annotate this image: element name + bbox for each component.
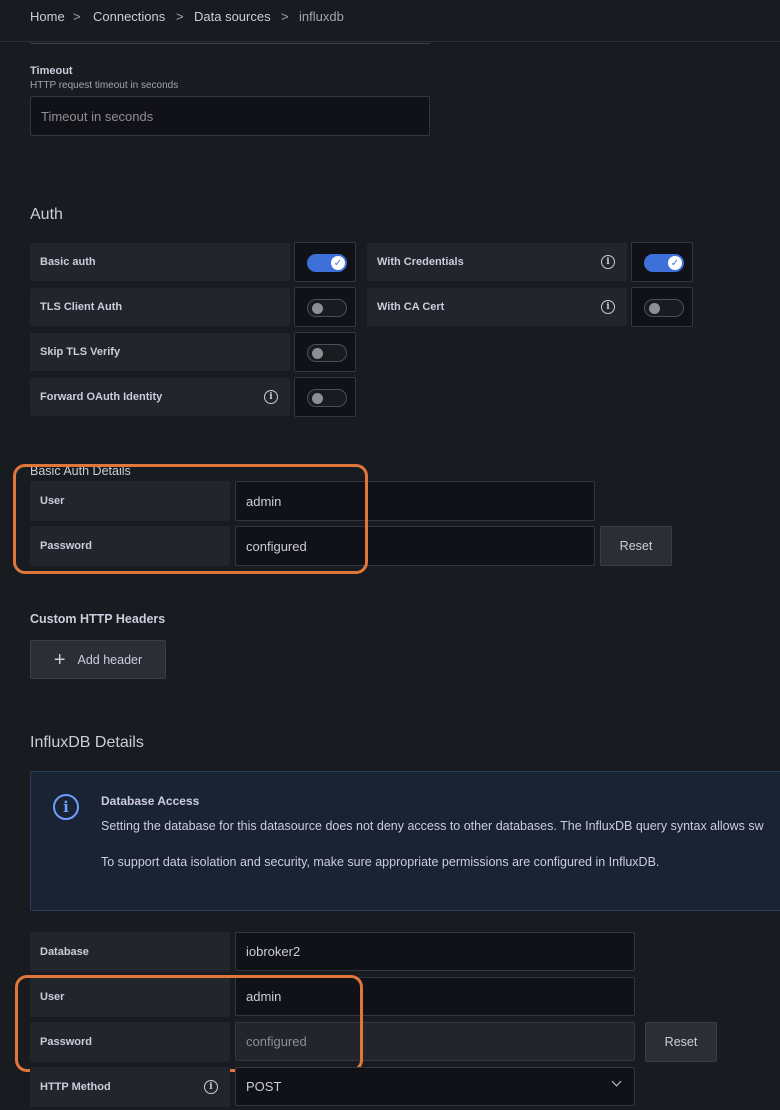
http-method-label: HTTP Method i: [30, 1067, 230, 1107]
forward-oauth-toggle-box: [294, 377, 356, 417]
breadcrumb-home[interactable]: Home: [30, 9, 65, 24]
basic-auth-reset-button[interactable]: Reset: [600, 526, 672, 566]
timeout-label: Timeout: [30, 65, 73, 77]
forward-oauth-text: Forward OAuth Identity: [40, 391, 163, 403]
influx-reset-button[interactable]: Reset: [645, 1022, 717, 1062]
tls-client-auth-label: TLS Client Auth: [30, 288, 290, 326]
toggle-knob: [312, 303, 323, 314]
with-ca-cert-toggle-box: [631, 287, 693, 327]
tls-client-auth-toggle[interactable]: [307, 299, 347, 317]
http-method-value: POST: [246, 1079, 282, 1094]
basic-auth-toggle[interactable]: ✓: [307, 254, 347, 272]
breadcrumb-current: influxdb: [299, 9, 344, 24]
http-method-text: HTTP Method: [40, 1081, 111, 1093]
tls-client-auth-toggle-box: [294, 287, 356, 327]
plus-icon: +: [53, 648, 66, 671]
with-credentials-toggle-box: ✓: [631, 242, 693, 282]
check-icon: ✓: [668, 256, 682, 270]
skip-tls-verify-toggle-box: [294, 332, 356, 372]
toggle-knob: [312, 393, 323, 404]
http-method-select[interactable]: POST: [235, 1067, 635, 1106]
highlight-annotation: [13, 464, 368, 574]
info-icon[interactable]: i: [264, 390, 278, 404]
highlight-annotation: [15, 975, 363, 1072]
check-icon: ✓: [331, 256, 345, 270]
forward-oauth-label: Forward OAuth Identity i: [30, 378, 290, 416]
basic-auth-toggle-box: ✓: [294, 242, 356, 282]
breadcrumb-separator: >: [281, 9, 289, 24]
timeout-input[interactable]: Timeout in seconds: [30, 96, 430, 136]
add-header-label: Add header: [77, 652, 143, 667]
custom-headers-title: Custom HTTP Headers: [30, 612, 166, 626]
chevron-down-icon: [611, 1076, 622, 1087]
with-credentials-text: With Credentials: [377, 256, 464, 268]
info-circle-icon: i: [53, 794, 79, 820]
skip-tls-verify-toggle[interactable]: [307, 344, 347, 362]
toggle-knob: [312, 348, 323, 359]
breadcrumb-data-sources[interactable]: Data sources: [194, 9, 271, 24]
with-credentials-label: With Credentials i: [367, 243, 627, 281]
alert-text-line-2: To support data isolation and security, …: [101, 855, 660, 869]
with-ca-cert-label: With CA Cert i: [367, 288, 627, 326]
info-icon[interactable]: i: [601, 255, 615, 269]
timeout-description: HTTP request timeout in seconds: [30, 80, 179, 91]
database-input[interactable]: iobroker2: [235, 932, 635, 971]
alert-text-line-1: Setting the database for this datasource…: [101, 819, 764, 833]
info-icon[interactable]: i: [204, 1080, 218, 1094]
with-credentials-toggle[interactable]: ✓: [644, 254, 684, 272]
forward-oauth-toggle[interactable]: [307, 389, 347, 407]
with-ca-cert-text: With CA Cert: [377, 301, 445, 313]
database-access-alert: i Database Access Setting the database f…: [30, 771, 780, 911]
breadcrumb-connections[interactable]: Connections: [93, 9, 165, 24]
info-icon[interactable]: i: [601, 300, 615, 314]
breadcrumb-separator: >: [73, 9, 81, 24]
previous-input-edge: [30, 42, 430, 44]
alert-title: Database Access: [101, 794, 200, 808]
breadcrumb-separator: >: [176, 9, 184, 24]
with-ca-cert-toggle[interactable]: [644, 299, 684, 317]
influxdb-details-title: InfluxDB Details: [30, 734, 144, 751]
database-label: Database: [30, 932, 230, 972]
toggle-knob: [649, 303, 660, 314]
add-header-button[interactable]: + Add header: [30, 640, 166, 679]
basic-auth-label: Basic auth: [30, 243, 290, 281]
auth-section-title: Auth: [30, 206, 63, 223]
skip-tls-verify-label: Skip TLS Verify: [30, 333, 290, 371]
